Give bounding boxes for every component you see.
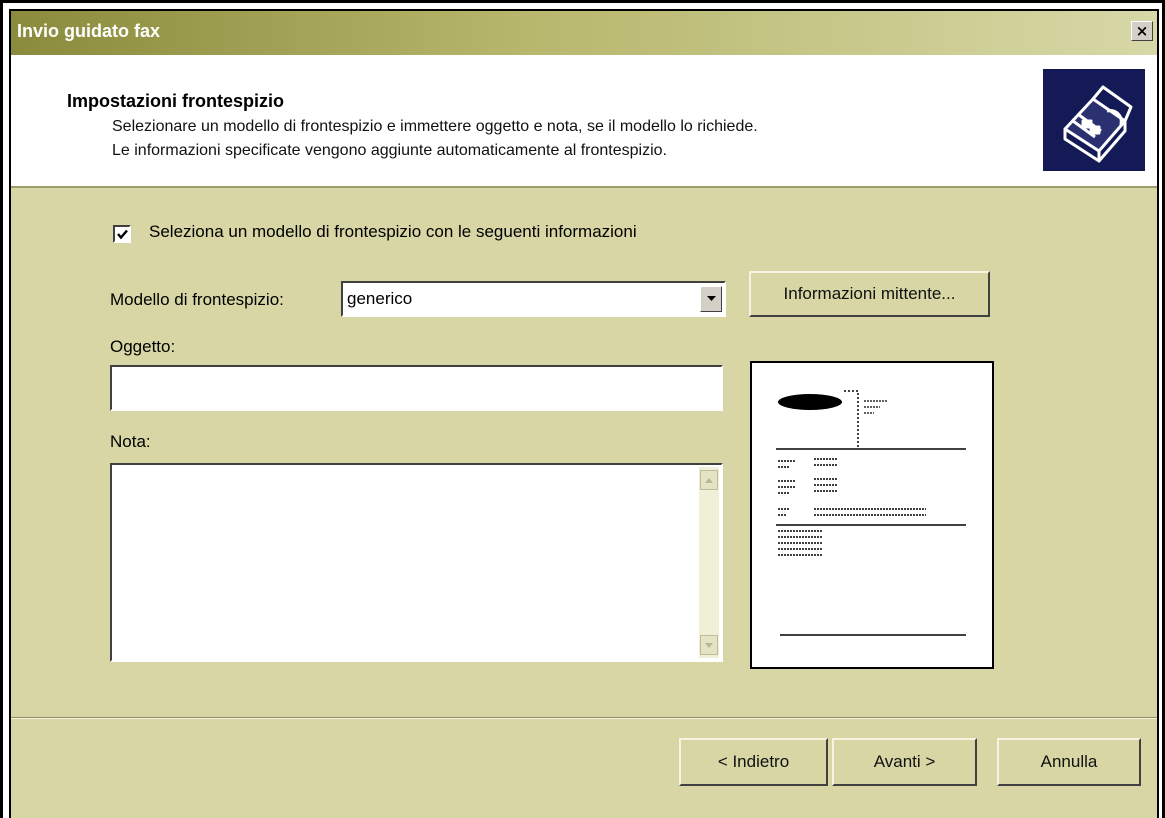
window-title: Invio guidato fax [17,21,161,41]
page-description: Selezionare un modello di frontespizio e… [112,115,758,163]
title-bar[interactable]: Invio guidato fax × [11,11,1157,55]
subject-input[interactable] [110,365,723,411]
cancel-button[interactable]: Annulla [997,738,1141,786]
note-scrollbar[interactable] [699,467,719,658]
use-template-checkbox[interactable] [113,225,131,243]
wizard-header: Impostazioni frontespizio Selezionare un… [11,55,1157,188]
close-button[interactable]: × [1131,21,1153,41]
note-label: Nota: [110,432,151,451]
page-title: Impostazioni frontespizio [67,91,285,111]
description-line-2: Le informazioni specificate vengono aggi… [112,142,667,159]
checkmark-icon [117,229,128,240]
fax-wizard-dialog: Invio guidato fax × Impostazioni frontes… [9,9,1159,818]
dropdown-arrow-button[interactable] [700,286,722,312]
subject-label: Oggetto: [110,337,176,356]
template-label: Modello di frontespizio: [110,290,284,309]
use-template-label[interactable]: Seleziona un modello di frontespizio con… [149,222,637,242]
scroll-down-button[interactable] [700,635,718,655]
template-select[interactable]: generico [341,281,726,317]
close-icon: × [1135,22,1149,40]
cover-page-thumbnail [776,390,966,636]
sender-info-button[interactable]: Informazioni mittente... [749,271,990,317]
chevron-down-icon [706,296,716,301]
chevron-up-icon [705,477,713,483]
scroll-up-button[interactable] [700,470,718,490]
description-line-1: Selezionare un modello di frontespizio e… [112,118,758,135]
back-button[interactable]: < Indietro [679,738,828,786]
template-select-value: generico [347,289,413,308]
note-textarea[interactable] [110,463,723,662]
footer-separator [11,717,1157,719]
fax-machine-icon [1043,69,1145,171]
next-button[interactable]: Avanti > [832,738,977,786]
chevron-down-icon [705,642,713,648]
cover-page-preview [750,361,994,669]
